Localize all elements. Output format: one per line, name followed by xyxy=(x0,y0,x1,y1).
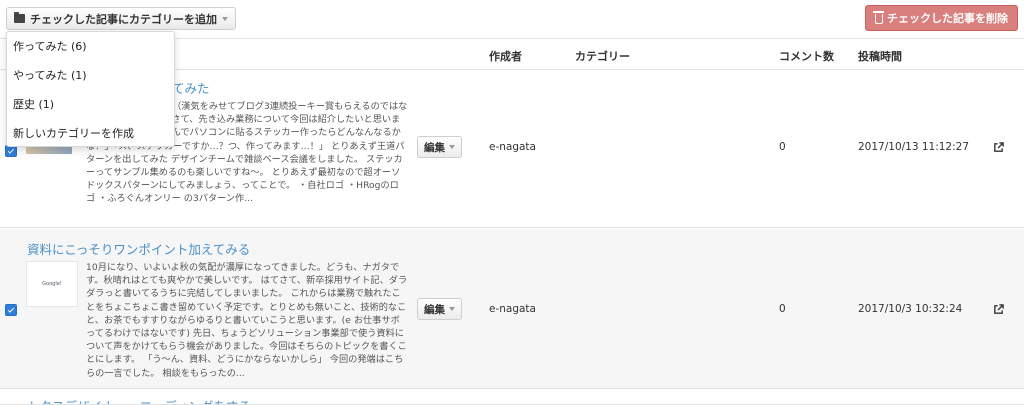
external-link-icon[interactable] xyxy=(993,304,1004,315)
chevron-down-icon xyxy=(449,145,455,149)
edit-button[interactable]: 編集 xyxy=(417,136,462,158)
header-author: 作成者 xyxy=(489,50,522,63)
row-checkbox[interactable] xyxy=(5,304,17,316)
checkmark-icon xyxy=(7,146,15,154)
table-row: トタスデザイナー・コーディングをする xyxy=(0,390,1024,405)
post-title-link[interactable]: 資料にこっそりワンポイント加えてみる xyxy=(27,239,250,258)
author-cell: e-nagata xyxy=(489,141,536,153)
posted-at-cell: 2017/10/3 10:32:24 xyxy=(858,303,963,315)
post-title-link[interactable]: てみた xyxy=(172,78,210,97)
edit-button-label: 編集 xyxy=(424,141,445,154)
category-dropdown-menu: 作ってみた (6) やってみた (1) 歴史 (1) 新しいカテゴリーを作成 xyxy=(6,31,175,147)
chevron-down-icon xyxy=(222,16,228,21)
dropdown-item-tsukuttemita[interactable]: 作ってみた (6) xyxy=(7,32,174,60)
table-row: 資料にこっそりワンポイント加えてみる Googlе! 10月になり、いよいよ秋の… xyxy=(0,229,1024,389)
edit-button[interactable]: 編集 xyxy=(417,298,462,320)
delete-checked-label: チェックした記事を削除 xyxy=(887,12,1008,25)
post-title-link[interactable]: トタスデザイナー・コーディングをする xyxy=(27,396,251,404)
posted-at-cell: 2017/10/13 11:12:27 xyxy=(858,141,970,153)
header-comments: コメント数 xyxy=(779,50,834,63)
dropdown-item-rekishi[interactable]: 歴史 (1) xyxy=(7,90,174,118)
dropdown-item-yattemita[interactable]: やってみた (1) xyxy=(7,61,174,89)
add-category-button[interactable]: チェックした記事にカテゴリーを追加 xyxy=(6,7,236,30)
comments-cell: 0 xyxy=(779,141,786,153)
chevron-down-icon xyxy=(449,307,455,311)
post-thumbnail: Googlе! xyxy=(26,261,78,307)
comments-cell: 0 xyxy=(779,303,786,315)
dropdown-item-new-category[interactable]: 新しいカテゴリーを作成 xyxy=(7,119,174,147)
folder-icon xyxy=(14,12,25,23)
thumbnail-text: Googlе! xyxy=(42,281,62,287)
edit-button-label: 編集 xyxy=(424,303,445,316)
author-cell: e-nagata xyxy=(489,303,536,315)
header-category: カテゴリー xyxy=(575,50,630,63)
external-link-icon[interactable] xyxy=(993,142,1004,153)
delete-checked-button[interactable]: チェックした記事を削除 xyxy=(865,5,1018,31)
post-excerpt: 10月になり、いよいよ秋の気配が濃厚になってきました。どうも、ナガタです。秋晴れ… xyxy=(86,262,408,379)
header-posted-at: 投稿時間 xyxy=(858,50,902,63)
checkmark-icon xyxy=(7,305,15,313)
trash-icon xyxy=(873,11,884,24)
add-category-label: チェックした記事にカテゴリーを追加 xyxy=(30,12,217,26)
